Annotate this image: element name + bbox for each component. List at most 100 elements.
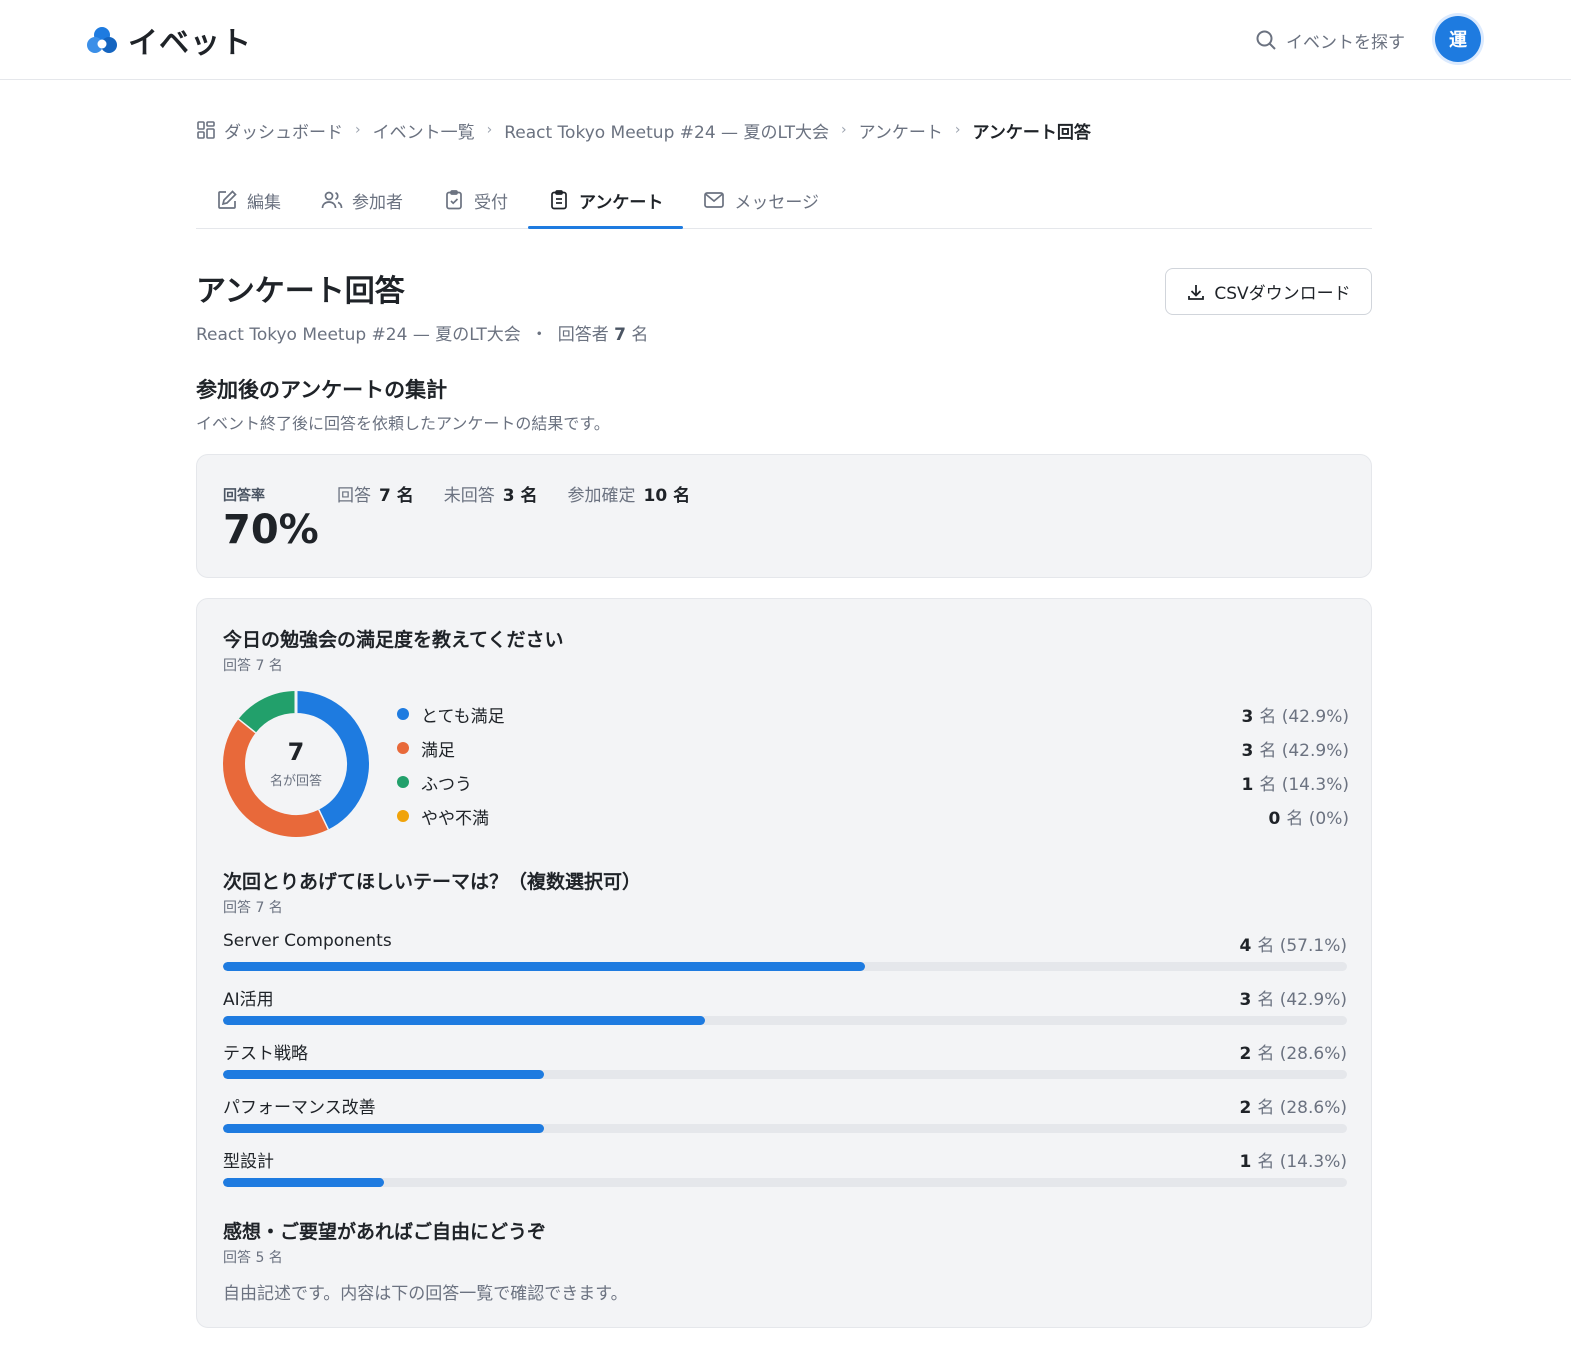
tab-messages[interactable]: メッセージ xyxy=(683,172,839,228)
clipboard-check-icon xyxy=(446,190,462,210)
legend-detail: 名 (14.3%) xyxy=(1259,774,1349,795)
bar-count: 3 xyxy=(1239,990,1252,1010)
donut-center: 7 名が回答 xyxy=(221,689,371,839)
question-1-count: 回答 7 名 xyxy=(223,658,283,674)
stat-label: 参加確定 xyxy=(567,486,636,506)
bar-count: 4 xyxy=(1239,936,1252,956)
bar-track xyxy=(223,1124,1347,1133)
bar-count: 2 xyxy=(1239,1098,1252,1118)
legend-label: やや不満 xyxy=(421,808,489,829)
bar-detail: 名 (14.3%) xyxy=(1257,1152,1347,1172)
breadcrumb-dashboard[interactable]: ダッシュボード xyxy=(196,118,343,143)
top-navigation-bar: イベット イベントを探す 運 xyxy=(0,0,1571,80)
stat-answered: 回答 7 名 xyxy=(337,481,414,506)
bar-detail: 名 (28.6%) xyxy=(1257,1098,1347,1118)
breadcrumb-label: ダッシュボード xyxy=(224,122,343,143)
legend-detail: 名 (0%) xyxy=(1286,808,1349,829)
stat-value: 3 名 xyxy=(502,486,538,506)
user-avatar[interactable]: 運 xyxy=(1435,16,1481,62)
bar-track xyxy=(223,1016,1347,1025)
legend-dot xyxy=(397,708,409,720)
tab-label: 受付 xyxy=(474,192,508,213)
stat-label: 回答 xyxy=(337,486,371,506)
breadcrumb-label: React Tokyo Meetup #24 — 夏のLT大会 xyxy=(504,122,829,143)
csv-download-button[interactable]: CSVダウンロード xyxy=(1165,268,1372,315)
stat-unanswered: 未回答 3 名 xyxy=(444,481,538,506)
bar-fill xyxy=(223,1016,706,1025)
legend-label: ふつう xyxy=(421,774,472,795)
theme-bar-chart: Server Components 4名 (57.1%) AI活用 3名 (42… xyxy=(223,931,1347,1201)
legend-value: 3名 (42.9%) xyxy=(1241,736,1349,761)
breadcrumb-current: アンケート回答 xyxy=(973,118,1091,143)
subtitle-event-name: React Tokyo Meetup #24 — 夏のLT大会 xyxy=(196,325,521,345)
bar-fill xyxy=(223,1070,545,1079)
bar-item: 型設計 1名 (14.3%) xyxy=(223,1147,1347,1201)
app-name: イベット xyxy=(128,26,252,61)
tab-participants[interactable]: 参加者 xyxy=(301,172,423,228)
legend-item: とても満足 3名 (42.9%) xyxy=(397,697,1349,731)
legend-count: 3 xyxy=(1241,706,1254,727)
legend-item: やや不満 0名 (0%) xyxy=(397,799,1349,833)
legend-detail: 名 (42.9%) xyxy=(1259,740,1349,761)
event-tabs: 編集 参加者 受付 アンケート メッセージ xyxy=(196,172,1372,229)
tab-edit[interactable]: 編集 xyxy=(196,172,301,228)
response-stats: 回答 7 名 未回答 3 名 参加確定 10 名 xyxy=(337,481,690,506)
page-title: アンケート回答 xyxy=(196,274,405,309)
respondents-count: 7 xyxy=(614,325,627,345)
section-description: イベント終了後に回答を依頼したアンケートの結果です。 xyxy=(196,414,610,433)
legend-value: 3名 (42.9%) xyxy=(1241,702,1349,727)
brand-logo-link[interactable]: イベット xyxy=(86,20,252,61)
bar-value: 1名 (14.3%) xyxy=(1239,1147,1347,1172)
search-events-label: イベントを探す xyxy=(1286,32,1405,53)
survey-results-card: 今日の勉強会の満足度を教えてください 回答 7 名 7 名が回答 とても満足 3… xyxy=(196,598,1372,1328)
satisfaction-donut-chart: 7 名が回答 xyxy=(221,689,371,839)
respondents-prefix: 回答者 xyxy=(557,325,609,345)
breadcrumb: ダッシュボード › イベント一覧 › React Tokyo Meetup #2… xyxy=(196,116,1091,144)
question-3-title: 感想・ご要望があればご自由にどうぞ xyxy=(223,1221,547,1243)
free-text-note: 自由記述です。内容は下の回答一覧で確認できます。 xyxy=(223,1284,628,1304)
bar-value: 2名 (28.6%) xyxy=(1239,1039,1347,1064)
bar-label: AI活用 xyxy=(223,990,274,1010)
bar-label: Server Components xyxy=(223,931,392,951)
response-rate-value: 70% xyxy=(223,507,319,553)
download-icon xyxy=(1188,284,1205,300)
edit-icon xyxy=(218,190,237,209)
donut-total: 7 xyxy=(287,738,305,767)
breadcrumb-survey[interactable]: アンケート xyxy=(859,118,943,143)
tab-reception[interactable]: 受付 xyxy=(423,172,528,228)
breadcrumb-event-list[interactable]: イベント一覧 xyxy=(373,118,475,143)
chevron-right-icon: › xyxy=(954,122,961,138)
legend-item: 満足 3名 (42.9%) xyxy=(397,731,1349,765)
legend-count: 0 xyxy=(1268,808,1281,829)
chevron-right-icon: › xyxy=(355,122,361,138)
legend-count: 3 xyxy=(1241,740,1254,761)
bar-item: AI活用 3名 (42.9%) xyxy=(223,985,1347,1039)
legend-item: ふつう 1名 (14.3%) xyxy=(397,765,1349,799)
bar-count: 2 xyxy=(1239,1044,1252,1064)
bar-item: Server Components 4名 (57.1%) xyxy=(223,931,1347,985)
chevron-right-icon: › xyxy=(486,122,493,138)
question-3-count: 回答 5 名 xyxy=(223,1250,283,1266)
stat-value: 7 名 xyxy=(379,486,414,506)
bar-fill xyxy=(223,962,865,971)
tab-label: 参加者 xyxy=(352,192,403,213)
page-subtitle: React Tokyo Meetup #24 — 夏のLT大会 ・ 回答者 7 … xyxy=(196,320,648,345)
legend-count: 1 xyxy=(1241,774,1254,795)
tab-label: メッセージ xyxy=(734,192,819,213)
breadcrumb-event[interactable]: React Tokyo Meetup #24 — 夏のLT大会 xyxy=(504,118,829,143)
response-rate-label: 回答率 xyxy=(223,488,265,504)
legend-detail: 名 (42.9%) xyxy=(1259,706,1349,727)
tab-survey[interactable]: アンケート xyxy=(528,172,684,229)
stat-confirmed: 参加確定 10 名 xyxy=(568,481,691,506)
donut-caption: 名が回答 xyxy=(269,773,322,789)
bar-value: 2名 (28.6%) xyxy=(1239,1093,1347,1118)
search-events-link[interactable]: イベントを探す xyxy=(1254,26,1405,54)
stat-label: 未回答 xyxy=(443,486,495,506)
breadcrumb-label: アンケート xyxy=(858,122,943,143)
bar-item: パフォーマンス改善 2名 (28.6%) xyxy=(223,1093,1347,1147)
legend-dot xyxy=(397,742,409,754)
csv-download-label: CSVダウンロード xyxy=(1214,284,1351,304)
question-2-count: 回答 7 名 xyxy=(223,900,283,916)
response-rate-card: 回答率 70% 回答 7 名 未回答 3 名 参加確定 10 名 xyxy=(196,454,1372,578)
bar-item: テスト戦略 2名 (28.6%) xyxy=(223,1039,1347,1093)
